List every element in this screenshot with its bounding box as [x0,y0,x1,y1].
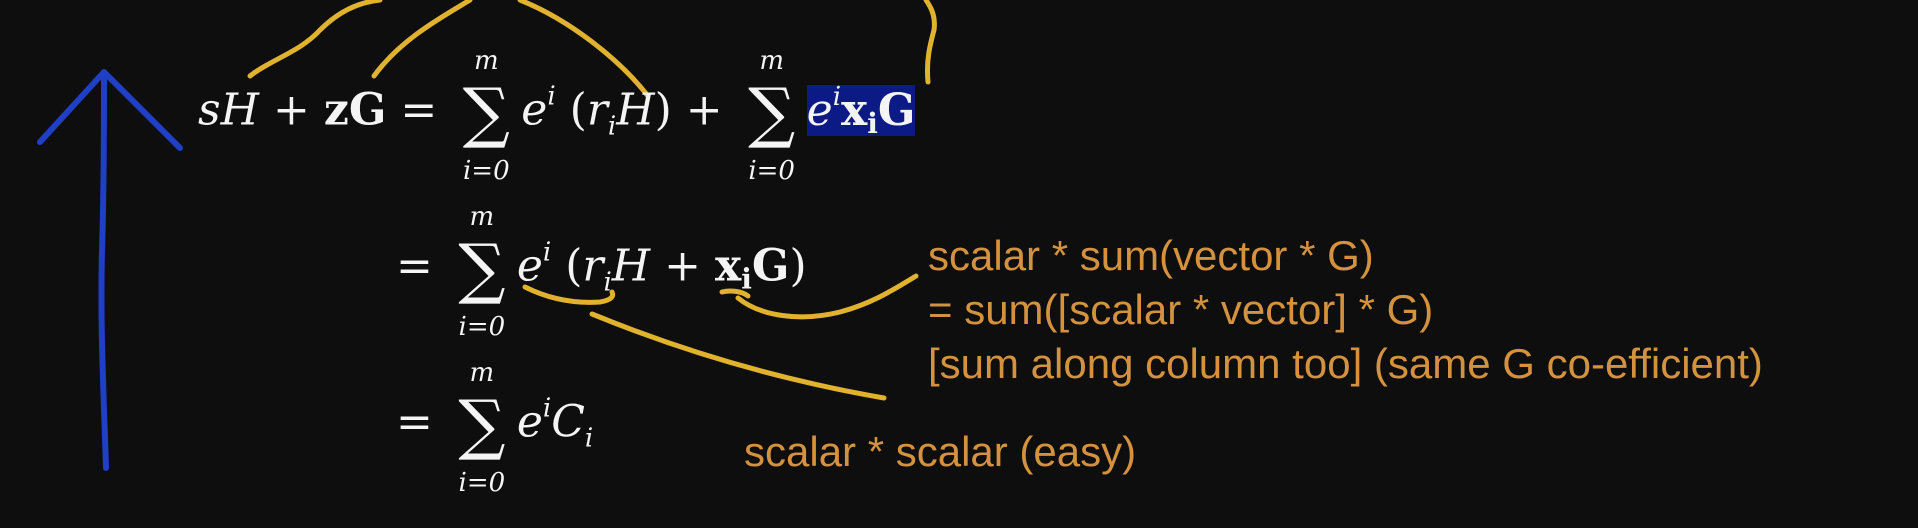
var-H: H [616,84,655,136]
annotation-note-4: scalar * scalar (easy) [744,428,1137,475]
rparen: ) [789,240,807,292]
var-z: z [323,84,349,136]
var-G: G [348,84,387,136]
exp-i: i [542,393,552,424]
var-e: e [516,396,543,448]
sum-lower: i=0 [458,312,506,342]
summation: m ∑ i=0 [447,202,517,342]
highlighted-term: eixiG [806,81,916,140]
sum-upper: m [473,46,499,76]
summation: m ∑ i=0 [447,358,517,498]
equation-line-1: sH + zG = m ∑ i=0 ei (riH) + m ∑ i=0 eixiG [198,46,916,186]
lparen: ( [565,240,583,292]
var-e: e [521,84,548,136]
var-H: H [611,240,651,292]
var-x: x [841,84,868,136]
equation-line-2: = m ∑ i=0 ei (riH + xiG) [396,202,807,342]
equals-sign: = [396,396,433,448]
annotation-note-1: scalar * sum(vector * G) [928,232,1374,279]
sub-i: i [741,262,752,296]
sum-lower: i=0 [748,156,795,186]
blue-arrowhead [37,69,183,151]
summation: m ∑ i=0 [737,46,807,186]
exp-i: i [542,237,552,268]
var-e: e [806,84,833,136]
var-G: G [751,240,790,292]
yellow-arc-left [247,0,383,79]
rparen: ) [654,84,672,136]
sub-i: i [584,423,594,454]
var-r: r [582,240,604,292]
sum-upper: m [759,46,784,76]
sub-i: i [607,111,617,142]
equation-line-3: = m ∑ i=0 eiCi [396,358,594,498]
plus-sign: + [664,240,702,292]
sum-upper: m [469,202,495,232]
var-x: x [715,240,742,292]
sum-upper: m [469,358,495,388]
equals-sign: = [400,84,438,136]
var-H: H [220,84,259,136]
plus-sign: + [685,84,723,136]
sigma-symbol: ∑ [748,74,796,151]
var-r: r [586,84,608,136]
yellow-arc-right [923,0,937,85]
annotation-note-2: = sum([scalar * vector] * G) [928,286,1434,333]
sub-i: i [867,106,878,140]
sum-lower: i=0 [462,156,510,186]
sigma-symbol: ∑ [458,386,506,463]
var-e: e [516,240,543,292]
yellow-connector-er [589,311,887,401]
blue-arrow-shaft [98,71,109,471]
var-s: s [198,84,221,136]
plus-sign: + [272,84,310,136]
sigma-symbol: ∑ [462,74,510,151]
var-C: C [551,396,585,448]
equals-sign: = [396,240,433,292]
exp-i: i [547,81,556,112]
annotation-note-3: [sum along column too] (same G co-effici… [928,340,1763,387]
var-G: G [877,84,916,136]
sub-i: i [603,267,612,298]
sigma-symbol: ∑ [458,230,506,307]
lparen: ( [569,84,587,136]
exp-i: i [832,81,842,112]
summation: m ∑ i=0 [451,46,521,186]
sum-lower: i=0 [458,468,506,498]
